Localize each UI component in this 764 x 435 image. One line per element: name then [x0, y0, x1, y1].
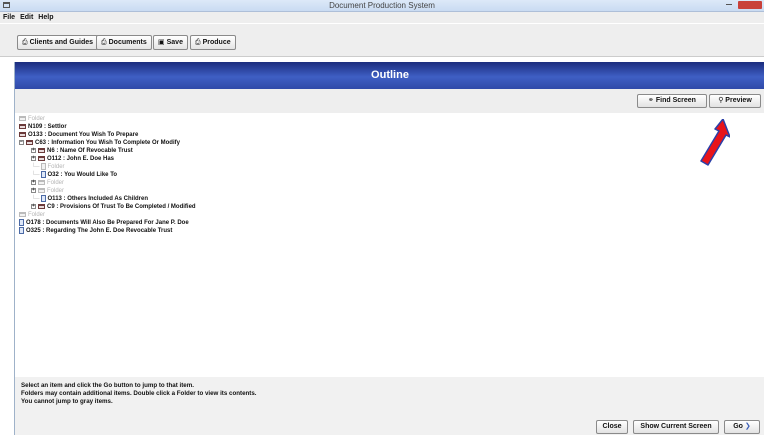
menu-edit[interactable]: Edit: [18, 12, 35, 23]
produce-label: Produce: [202, 39, 231, 46]
outline-title: Outline: [371, 69, 409, 81]
close-button[interactable]: Close: [596, 420, 628, 434]
folder-icon: [26, 139, 33, 145]
close-window-button[interactable]: [738, 1, 762, 9]
tree-connector: └─: [31, 196, 40, 203]
preview-label: Preview: [725, 97, 752, 104]
save-label: Save: [166, 39, 183, 46]
document-icon: [19, 219, 24, 226]
instructions: Select an item and click the Go button t…: [21, 382, 721, 406]
outline-toolbar: ⚭ Find Screen ⚲ Preview: [15, 89, 764, 114]
expand-toggle-icon[interactable]: +: [31, 203, 36, 209]
tree-node[interactable]: O325 : Regarding The John E. Doe Revocab…: [19, 227, 172, 236]
printer-icon: ⎙: [22, 39, 28, 46]
printer-icon: ⎙: [101, 39, 107, 46]
document-icon: [40, 171, 46, 178]
expand-toggle-icon[interactable]: +: [31, 155, 36, 161]
documents-button[interactable]: ⎙ Documents: [96, 35, 152, 50]
show-current-screen-button[interactable]: Show Current Screen: [633, 420, 719, 434]
document-icon: [19, 227, 24, 234]
folder-icon: [19, 115, 26, 121]
outline-window: Outline ⚭ Find Screen ⚲ Preview Folder N…: [14, 62, 764, 435]
instruction-line: Folders may contain additional items. Do…: [21, 390, 257, 397]
menu-file[interactable]: File: [1, 12, 17, 23]
produce-button[interactable]: ⎙ Produce: [190, 35, 236, 50]
expand-toggle-icon[interactable]: +: [31, 187, 36, 193]
clients-and-guides-button[interactable]: ⎙ Clients and Guides: [17, 35, 99, 50]
chevron-right-icon: ❯: [742, 423, 751, 430]
find-screen-label: Find Screen: [655, 97, 696, 104]
collapse-toggle-icon[interactable]: −: [19, 139, 24, 145]
document-icon: [40, 195, 46, 202]
menu-bar: File Edit Help: [0, 12, 764, 23]
folder-icon: [38, 155, 45, 161]
save-button[interactable]: ▣ Save: [153, 35, 188, 50]
go-label: Go: [733, 423, 743, 430]
clients-and-guides-label: Clients and Guides: [29, 39, 94, 46]
window-title: Document Production System: [329, 1, 435, 10]
title-bar: Document Production System: [0, 0, 764, 12]
folder-icon: [38, 147, 45, 153]
documents-label: Documents: [108, 39, 147, 46]
instruction-line: Select an item and click the Go button t…: [21, 382, 194, 389]
folder-icon: [38, 187, 45, 193]
instruction-line: You cannot jump to gray items.: [21, 398, 113, 405]
find-screen-button[interactable]: ⚭ Find Screen: [637, 94, 707, 108]
folder-icon: [38, 179, 45, 185]
tree-connector: └─: [31, 172, 40, 179]
go-button[interactable]: Go ❯: [724, 420, 760, 434]
printer-icon: ⎙: [195, 39, 201, 46]
outline-tree[interactable]: Folder N109 : Settlor O133 : Document Yo…: [15, 113, 764, 377]
minimize-icon[interactable]: [726, 4, 732, 5]
preview-button[interactable]: ⚲ Preview: [709, 94, 761, 108]
expand-toggle-icon[interactable]: +: [31, 147, 36, 153]
disk-icon: ▣: [158, 39, 165, 46]
folder-icon: [19, 211, 26, 217]
outline-footer: Close Show Current Screen Go ❯: [15, 417, 764, 435]
annotation-arrow-icon: [700, 119, 730, 166]
folder-icon: [19, 123, 26, 129]
binoculars-icon: ⚭: [648, 97, 656, 104]
expand-toggle-icon[interactable]: +: [31, 179, 36, 185]
tree-node[interactable]: + C9 : Provisions Of Trust To Be Complete…: [31, 203, 196, 212]
folder-icon: [19, 131, 26, 137]
folder-icon: [38, 203, 45, 209]
outline-header: Outline: [15, 62, 764, 89]
tree-connector: └─: [31, 164, 40, 171]
document-icon: [40, 163, 46, 170]
toolbar: ⎙ Clients and Guides ⎙ Documents ▣ Save ⎙ Pr…: [0, 24, 764, 57]
menu-help[interactable]: Help: [36, 12, 55, 23]
